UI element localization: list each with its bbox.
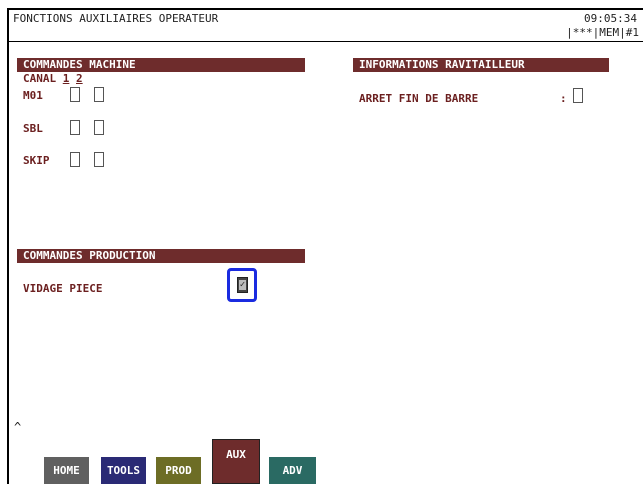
caret-up-icon[interactable]: ^ xyxy=(14,420,21,434)
part-emptying-label: VIDAGE PIECE xyxy=(23,282,103,295)
header-separator xyxy=(9,41,643,42)
bar-end-stop-colon: : xyxy=(560,92,567,105)
canal-header: CANAL 1 2 xyxy=(23,72,83,85)
tab-prod[interactable]: PROD xyxy=(156,457,201,484)
sbl-channel-1-checkbox[interactable] xyxy=(70,120,80,135)
m01-channel-2-checkbox[interactable] xyxy=(94,87,104,102)
m01-channel-1-checkbox[interactable] xyxy=(70,87,80,102)
part-emptying-selection-highlight[interactable]: ✓ xyxy=(227,268,257,302)
screen-title: FONCTIONS AUXILIAIRES OPERATEUR xyxy=(13,12,219,25)
section-supplier-info: INFORMATIONS RAVITAILLEUR xyxy=(353,58,609,72)
bar-end-stop-label: ARRET FIN DE BARRE xyxy=(359,92,479,105)
canal-label: CANAL xyxy=(23,72,57,85)
tab-aux[interactable]: AUX xyxy=(212,439,260,484)
skip-channel-1-checkbox[interactable] xyxy=(70,152,80,167)
tab-adv[interactable]: ADV xyxy=(269,457,316,484)
bar-end-stop-checkbox[interactable] xyxy=(573,88,583,103)
frame-top-border xyxy=(7,8,643,10)
tab-tools[interactable]: TOOLS xyxy=(101,457,146,484)
frame-left-border xyxy=(7,8,9,484)
channel-2-label: 2 xyxy=(76,72,83,85)
mode-status: |***|MEM|#1 xyxy=(566,26,639,39)
section-machine-commands: COMMANDES MACHINE xyxy=(17,58,305,72)
section-production-commands: COMMANDES PRODUCTION xyxy=(17,249,305,263)
m01-label: M01 xyxy=(23,89,43,102)
sbl-label: SBL xyxy=(23,122,43,135)
operator-aux-screen: FONCTIONS AUXILIAIRES OPERATEUR 09:05:34… xyxy=(0,0,643,484)
skip-channel-2-checkbox[interactable] xyxy=(94,152,104,167)
skip-label: SKIP xyxy=(23,154,50,167)
tab-home[interactable]: HOME xyxy=(44,457,89,484)
sbl-channel-2-checkbox[interactable] xyxy=(94,120,104,135)
clock-time: 09:05:34 xyxy=(584,12,637,25)
channel-1-label: 1 xyxy=(62,72,70,85)
checkmark-icon: ✓ xyxy=(239,280,246,290)
part-emptying-checkbox[interactable]: ✓ xyxy=(237,277,248,293)
